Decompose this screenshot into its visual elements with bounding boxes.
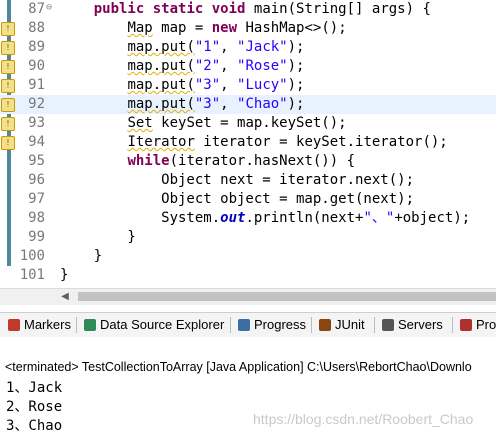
code-text: } xyxy=(60,248,103,264)
code-line[interactable]: ! 94 Iterator iterator = keySet.iterator(… xyxy=(0,133,496,152)
view-tab-servers[interactable]: Servers xyxy=(378,313,443,337)
view-tab-progress[interactable]: Progress xyxy=(234,313,306,337)
code-text: System.out.println(next+"、"+object); xyxy=(60,210,471,226)
junit-icon xyxy=(319,319,331,331)
view-tab-label: Markers xyxy=(24,317,71,332)
view-tab-label: Progress xyxy=(254,317,307,332)
warning-icon[interactable]: ! xyxy=(1,41,15,55)
code-text: map.put("3", "Chao"); xyxy=(127,96,305,112)
warning-icon[interactable]: ! xyxy=(1,117,15,131)
warning-icon[interactable]: ! xyxy=(1,22,15,36)
line-number: 90 xyxy=(28,58,45,74)
code-line[interactable]: ! 89 map.put("1", "Jack"); xyxy=(0,38,496,57)
warning-icon[interactable]: ! xyxy=(1,79,15,93)
tab-separator xyxy=(76,317,77,333)
line-number: 93 xyxy=(28,115,45,131)
code-text: Object object = map.get(next); xyxy=(60,191,415,207)
horizontal-scrollbar[interactable]: ◀ xyxy=(0,288,496,305)
line-number: 89 xyxy=(28,39,45,55)
scroll-left-icon[interactable]: ◀ xyxy=(58,290,72,303)
code-editor[interactable]: 87 ⊖ public static void main(String[] arg… xyxy=(0,0,496,288)
line-number: 94 xyxy=(28,134,45,150)
code-line[interactable]: ! 91 map.put("3", "Lucy"); xyxy=(0,76,496,95)
code-text: Iterator iterator = keySet.iterator(); xyxy=(127,134,448,150)
view-tab-label: JUnit xyxy=(335,317,365,332)
warning-icon[interactable]: ! xyxy=(1,136,15,150)
view-tab-junit[interactable]: JUnit xyxy=(315,313,365,337)
progress-icon xyxy=(238,319,250,331)
code-text: Map map = new HashMap<>(); xyxy=(127,20,347,36)
code-text: public static void main(String[] args) { xyxy=(93,1,431,17)
code-line[interactable]: ! 92 map.put("3", "Chao"); xyxy=(0,95,496,114)
line-number: 101 xyxy=(19,267,45,283)
servers-icon xyxy=(382,319,394,331)
code-line[interactable]: ! 93 Set keySet = map.keySet(); xyxy=(0,114,496,133)
tab-separator xyxy=(374,317,375,333)
view-tab-proble[interactable]: Proble xyxy=(456,313,496,337)
line-number: 100 xyxy=(19,248,45,264)
code-line[interactable]: 98 System.out.println(next+"、"+object); xyxy=(0,209,496,228)
code-line[interactable]: ! 88 Map map = new HashMap<>(); xyxy=(0,19,496,38)
tab-separator xyxy=(230,317,231,333)
code-line[interactable]: 97 Object object = map.get(next); xyxy=(0,190,496,209)
views-tab-bar: Markers Data Source Explorer Progress JUnit… xyxy=(0,312,496,338)
line-number: 92 xyxy=(28,96,45,112)
line-number: 98 xyxy=(28,210,45,226)
view-tab-label: Data Source Explorer xyxy=(100,317,225,332)
line-number: 88 xyxy=(28,20,45,36)
view-tab-data-source-explorer[interactable]: Data Source Explorer xyxy=(80,313,224,337)
view-tab-markers[interactable]: Markers xyxy=(4,313,71,337)
code-line[interactable]: 96 Object next = iterator.next(); xyxy=(0,171,496,190)
problems-icon xyxy=(460,319,472,331)
code-text: Set keySet = map.keySet(); xyxy=(127,115,347,131)
view-tab-label: Servers xyxy=(398,317,443,332)
code-text: map.put("2", "Rose"); xyxy=(127,58,305,74)
code-text: } xyxy=(60,229,136,245)
console-output-line: 1、Jack xyxy=(6,380,63,396)
code-text: Object next = iterator.next(); xyxy=(60,172,415,188)
code-line[interactable]: 87 ⊖ public static void main(String[] arg… xyxy=(0,0,496,19)
code-line[interactable]: 99 } xyxy=(0,228,496,247)
code-line[interactable]: 101} xyxy=(0,266,496,285)
scroll-thumb[interactable] xyxy=(78,292,496,301)
tab-separator xyxy=(452,317,453,333)
console-output-line: 2、Rose xyxy=(6,399,63,415)
line-number: 99 xyxy=(28,229,45,245)
console-output-line: 3、Chao xyxy=(6,418,63,434)
code-text: } xyxy=(60,267,69,283)
view-tab-label: Proble xyxy=(476,317,496,332)
line-number: 97 xyxy=(28,191,45,207)
code-line[interactable]: 95 while(iterator.hasNext()) { xyxy=(0,152,496,171)
code-text: map.put("1", "Jack"); xyxy=(127,39,305,55)
collapse-fold-icon[interactable]: ⊖ xyxy=(46,3,55,13)
tab-separator xyxy=(311,317,312,333)
code-text: map.put("3", "Lucy"); xyxy=(127,77,305,93)
line-number: 91 xyxy=(28,77,45,93)
warning-icon[interactable]: ! xyxy=(1,98,15,112)
console-status: <terminated> TestCollectionToArray [Java… xyxy=(5,360,472,374)
code-text: while(iterator.hasNext()) { xyxy=(127,153,356,169)
code-line[interactable]: ! 90 map.put("2", "Rose"); xyxy=(0,57,496,76)
line-number: 96 xyxy=(28,172,45,188)
line-number: 87 xyxy=(28,1,45,17)
data-source-icon xyxy=(84,319,96,331)
line-number: 95 xyxy=(28,153,45,169)
code-line[interactable]: 100 } xyxy=(0,247,496,266)
watermark: https://blog.csdn.net/Roobert_Chao xyxy=(253,411,474,427)
warning-icon[interactable]: ! xyxy=(1,60,15,74)
markers-icon xyxy=(8,319,20,331)
